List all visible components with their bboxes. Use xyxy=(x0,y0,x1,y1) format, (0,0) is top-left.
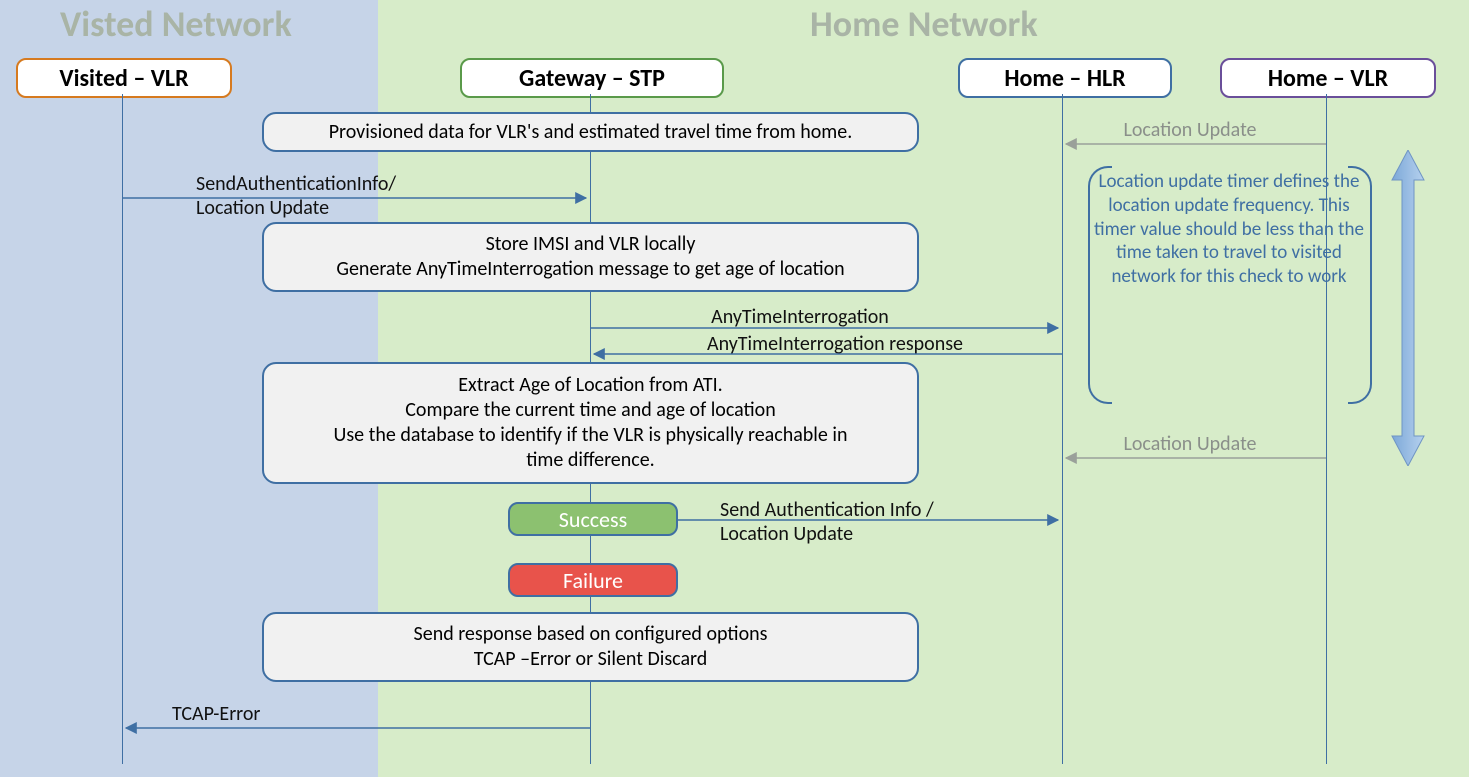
msg-loc-update-bottom: Location Update xyxy=(1100,432,1280,456)
diagram-stage: Visted Network Home Network Visited – VL… xyxy=(0,0,1469,777)
note-store-imsi: Store IMSI and VLR locally Generate AnyT… xyxy=(262,222,919,292)
msg-ati-resp: AnyTimeInterrogation response xyxy=(650,332,1020,356)
note-provisioned: Provisioned data for VLR's and estimated… xyxy=(262,112,919,152)
msg-send-auth2: Send Authentication Info / Location Upda… xyxy=(720,498,1000,546)
lane-gateway-stp: Gateway – STP xyxy=(460,58,724,98)
msg-loc-update-top: Location Update xyxy=(1100,118,1280,142)
msg-ati: AnyTimeInterrogation xyxy=(650,305,950,329)
note-timer: Location update timer defines the locati… xyxy=(1094,170,1364,289)
region-title-home: Home Network xyxy=(810,2,1038,46)
note-extract-age: Extract Age of Location from ATI. Compar… xyxy=(262,362,919,484)
msg-send-auth: SendAuthenticationInfo/ Location Update xyxy=(196,172,476,220)
badge-failure: Failure xyxy=(508,563,678,597)
lane-home-hlr: Home – HLR xyxy=(958,58,1172,98)
note-send-response: Send response based on configured option… xyxy=(262,612,919,682)
lane-home-vlr: Home – VLR xyxy=(1220,58,1436,98)
region-title-visited: Visted Network xyxy=(60,2,292,46)
lane-visited-vlr: Visited – VLR xyxy=(16,58,232,98)
double-arrow-icon xyxy=(1388,150,1428,466)
lifeline-home-hlr xyxy=(1062,94,1063,764)
badge-success: Success xyxy=(508,502,678,536)
msg-tcap-error: TCAP-Error xyxy=(172,702,332,726)
lifeline-visited-vlr xyxy=(122,94,123,764)
